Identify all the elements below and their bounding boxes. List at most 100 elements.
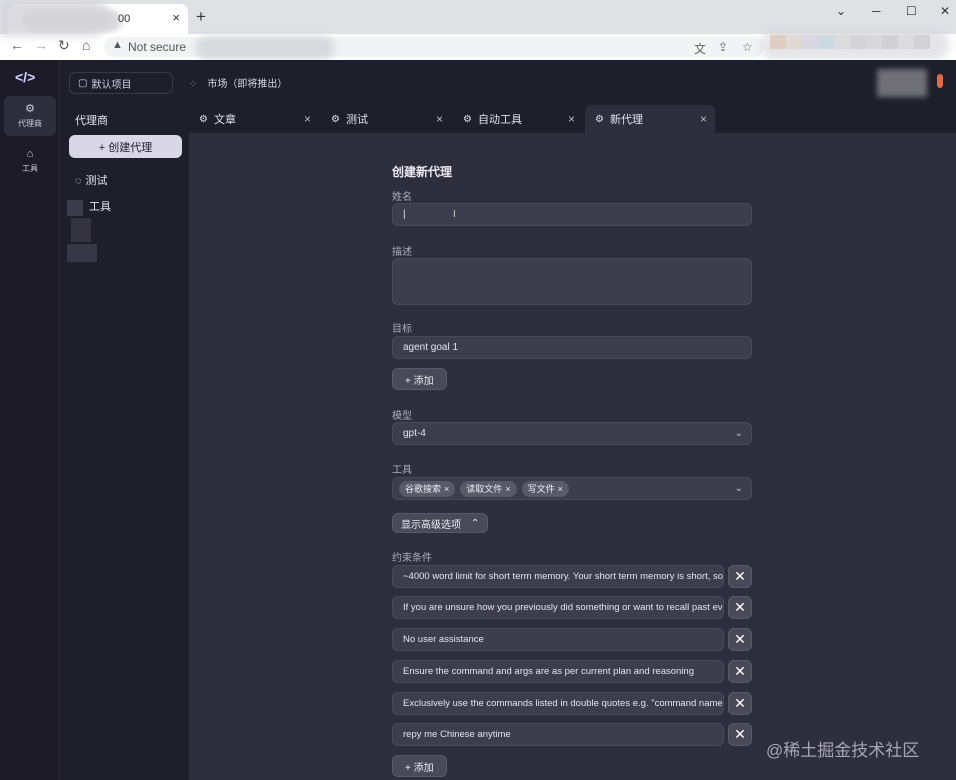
sidebar-title: 代理商	[75, 115, 108, 127]
sidebar-item-test[interactable]: ◌ 测试	[75, 172, 108, 188]
watermark: @稀土掘金技术社区	[766, 741, 920, 760]
bookmark-icon[interactable]: ☆	[742, 40, 753, 54]
url-blur	[195, 36, 335, 60]
tab-close-icon[interactable]: ×	[172, 10, 180, 25]
reload-icon[interactable]: ↻	[58, 37, 70, 54]
home-icon[interactable]: ⌂	[82, 37, 90, 53]
add-goal-button[interactable]: + 添加	[392, 368, 447, 390]
market-link[interactable]: ⁘ 市场（即将推出）	[189, 75, 287, 90]
close-icon: ✕	[734, 726, 746, 742]
create-agent-button[interactable]: + 创建代理	[69, 135, 182, 158]
pixelated-block	[67, 200, 83, 216]
remove-constraint-button[interactable]: ✕	[728, 596, 752, 619]
share-icon[interactable]: ⇪	[718, 40, 728, 54]
toolbox-icon: ⌂	[26, 148, 34, 160]
remove-constraint-button[interactable]: ✕	[728, 692, 752, 715]
minimize-button[interactable]: ─	[872, 4, 881, 18]
tab-label: 测试	[345, 114, 368, 126]
tab-title: 00	[118, 13, 131, 25]
close-icon: ✕	[734, 599, 746, 615]
close-icon[interactable]: ×	[304, 112, 311, 126]
close-icon[interactable]: ×	[700, 112, 707, 126]
tab-test[interactable]: ⚙ 测试 ×	[321, 105, 451, 133]
advanced-label: 显示高级选项	[401, 519, 461, 531]
new-tab-button[interactable]: +	[196, 7, 206, 27]
close-icon[interactable]: ×	[568, 112, 575, 126]
rail-item-label: 代理商	[18, 119, 42, 128]
tool-chip-label: 写文件	[527, 484, 555, 494]
close-icon[interactable]: ×	[558, 484, 563, 494]
gear-icon: ⚙	[199, 113, 208, 125]
translate-icon[interactable]: 文	[694, 40, 706, 57]
gear-icon: ⚙	[25, 103, 35, 115]
remove-constraint-button[interactable]: ✕	[728, 565, 752, 588]
constraint-input[interactable]: Ensure the command and args are as per c…	[392, 660, 724, 683]
tab-auto-tools[interactable]: ⚙ 自动工具 ×	[453, 105, 583, 133]
rail-item-agents[interactable]: ⚙ 代理商	[4, 96, 56, 136]
constraint-input[interactable]: If you are unsure how you previously did…	[392, 596, 724, 619]
tab-search-icon[interactable]: ⌄	[836, 4, 846, 18]
maximize-button[interactable]: ☐	[906, 4, 917, 18]
close-icon[interactable]: ×	[505, 484, 510, 494]
close-window-button[interactable]: ✕	[940, 4, 950, 18]
close-icon: ✕	[734, 663, 746, 679]
market-label: 市场（即将推出）	[207, 79, 288, 90]
remove-constraint-button[interactable]: ✕	[728, 660, 752, 683]
security-status: Not secure	[128, 40, 187, 54]
folder-icon: ▢	[78, 77, 88, 89]
tool-chip[interactable]: 读取文件 ×	[460, 480, 517, 497]
avatar[interactable]	[937, 74, 943, 88]
project-selector[interactable]: ▢ 默认项目	[69, 72, 173, 94]
constraints-label: 约束条件	[392, 553, 432, 564]
tab-label: 文章	[213, 114, 236, 126]
model-label: 模型	[392, 411, 412, 422]
rail-item-label: 工具	[22, 164, 38, 173]
add-constraint-button[interactable]: + 添加	[392, 755, 447, 777]
constraint-input[interactable]: ~4000 word limit for short term memory. …	[392, 565, 724, 588]
sidebar: ▢ 默认项目 代理商 + 创建代理 ◌ 测试 工具	[61, 60, 189, 780]
agent-tabs: ⚙ 文章 × ⚙ 测试 × ⚙ 自动工具 × ⚙ 新代理 ×	[189, 105, 956, 133]
tools-select[interactable]: 谷歌搜索 × 读取文件 × 写文件 × ⌄	[392, 477, 752, 500]
back-icon[interactable]: ←	[10, 37, 24, 53]
goal-label: 目标	[392, 324, 412, 335]
warning-icon: ▲	[112, 39, 123, 51]
rail-item-tools[interactable]: ⌂ 工具	[4, 142, 56, 182]
close-icon: ✕	[734, 695, 746, 711]
pixelated-block	[67, 244, 97, 262]
forward-icon[interactable]: →	[34, 37, 48, 53]
gear-icon: ⚙	[331, 113, 340, 125]
form-heading: 创建新代理	[392, 165, 453, 179]
app-logo: </>	[15, 69, 36, 85]
tool-chip[interactable]: 谷歌搜索 ×	[399, 480, 456, 497]
avatar-blur	[877, 69, 927, 97]
sidebar-item-tools[interactable]: 工具	[89, 198, 111, 214]
remove-constraint-button[interactable]: ✕	[728, 628, 752, 651]
show-advanced-button[interactable]: 显示高级选项 ⌃	[392, 513, 489, 533]
description-textarea[interactable]	[392, 258, 752, 305]
chevron-down-icon: ⌄	[734, 428, 743, 439]
tab-article[interactable]: ⚙ 文章 ×	[189, 105, 319, 133]
model-select[interactable]: gpt-4 ⌄	[392, 422, 752, 445]
gear-icon: ⚙	[595, 113, 604, 125]
tab-label: 自动工具	[477, 114, 522, 126]
name-input[interactable]: | I	[392, 203, 752, 226]
tool-chip[interactable]: 写文件 ×	[521, 480, 569, 497]
gear-icon: ⚙	[463, 113, 472, 125]
tab-new-agent[interactable]: ⚙ 新代理 ×	[585, 105, 715, 133]
close-icon[interactable]: ×	[444, 484, 449, 494]
loading-icon: ◌	[75, 175, 82, 187]
constraint-input[interactable]: No user assistance	[392, 628, 724, 651]
constraint-input[interactable]: repy me Chinese anytime	[392, 723, 724, 746]
constraint-input[interactable]: Exclusively use the commands listed in d…	[392, 692, 724, 715]
close-icon: ✕	[734, 631, 746, 647]
description-label: 描述	[392, 247, 412, 258]
top-bar: ⁘ 市场（即将推出）	[189, 60, 956, 105]
chevron-up-icon: ⌃	[471, 517, 480, 529]
grid-icon: ⁘	[189, 79, 198, 90]
model-value: gpt-4	[403, 428, 426, 439]
close-icon[interactable]: ×	[436, 112, 443, 126]
goal-input[interactable]: agent goal 1	[392, 336, 752, 359]
remove-constraint-button[interactable]: ✕	[728, 723, 752, 746]
tab-blur	[0, 0, 110, 36]
left-rail: </> ⚙ 代理商 ⌂ 工具	[0, 60, 60, 780]
